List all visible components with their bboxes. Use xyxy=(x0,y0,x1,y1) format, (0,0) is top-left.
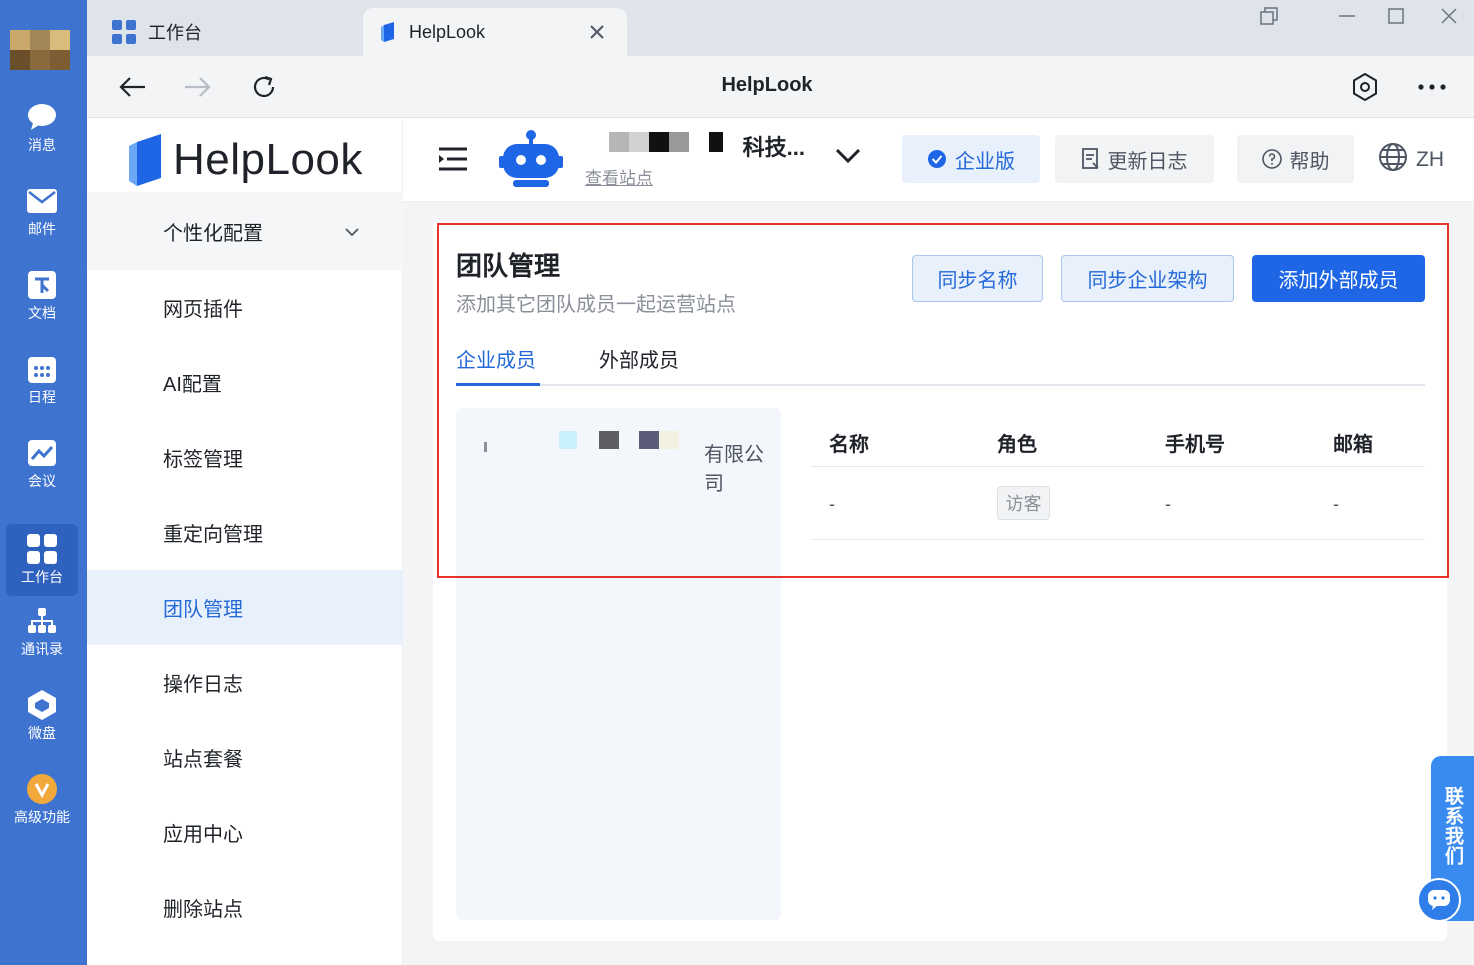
drive-icon xyxy=(27,689,57,720)
rail-label: 日程 xyxy=(28,388,56,405)
sidebar-item-delete-site[interactable]: 删除站点 xyxy=(87,870,403,945)
navigation-bar: HelpLook xyxy=(87,56,1474,118)
helplook-logo-icon xyxy=(129,134,161,186)
maximize-icon[interactable] xyxy=(1384,4,1408,28)
sidebar-item-label: 重定向管理 xyxy=(163,524,263,546)
premium-icon xyxy=(27,773,57,804)
sidebar-item-label: 标签管理 xyxy=(163,449,243,471)
chat-bubble-icon[interactable] xyxy=(1417,878,1461,922)
user-avatar[interactable] xyxy=(10,30,70,70)
sidebar-item-site-plan[interactable]: 站点套餐 xyxy=(87,720,403,795)
check-circle-icon xyxy=(927,149,947,169)
rail-item-mail[interactable]: 邮件 xyxy=(6,176,78,248)
workbench-tab-icon xyxy=(112,20,136,44)
document-icon xyxy=(27,270,57,300)
sidebar-item-redirect[interactable]: 重定向管理 xyxy=(87,495,403,570)
page-title: HelpLook xyxy=(721,74,813,96)
sidebar-item-personalization[interactable]: 个性化配置 xyxy=(87,192,403,270)
sidebar-item-label: 网页插件 xyxy=(163,299,243,321)
view-site-link[interactable]: 查看站点 xyxy=(585,164,653,189)
rail-item-contacts[interactable]: 通讯录 xyxy=(6,596,78,668)
contact-label: 联系我们 xyxy=(1442,786,1463,866)
changelog-icon xyxy=(1081,148,1100,170)
question-icon xyxy=(1261,149,1282,169)
app-rail: 消息 邮件 文档 日程 会议 工作台 通讯录 微盘 高级功能 xyxy=(0,0,87,965)
sidebar-item-label: 删除站点 xyxy=(163,899,243,921)
rail-item-workbench[interactable]: 工作台 xyxy=(6,524,78,596)
rail-label: 高级功能 xyxy=(14,808,70,825)
settings-icon[interactable] xyxy=(1348,70,1382,104)
chevron-down-icon[interactable] xyxy=(835,148,861,169)
chevron-down-icon xyxy=(345,220,359,243)
rail-label: 邮件 xyxy=(28,220,56,237)
rail-label: 工作台 xyxy=(21,568,63,585)
enterprise-edition-button[interactable]: 企业版 xyxy=(902,135,1040,183)
globe-icon xyxy=(1378,142,1408,178)
sidebar-item-label: 操作日志 xyxy=(163,674,243,696)
sidebar-item-operation-log[interactable]: 操作日志 xyxy=(87,645,403,720)
helplook-tab-icon xyxy=(381,22,397,42)
sidebar-item-app-center[interactable]: 应用中心 xyxy=(87,795,403,870)
minimize-icon[interactable] xyxy=(1335,4,1359,28)
rail-item-premium[interactable]: 高级功能 xyxy=(6,764,78,836)
more-icon[interactable] xyxy=(1415,70,1449,104)
highlight-box xyxy=(437,223,1449,578)
tab-helplook[interactable]: HelpLook xyxy=(363,8,627,56)
sidebar-item-ai-config[interactable]: AI配置 xyxy=(87,345,403,420)
main-header: 科技... 查看站点 企业版 更新日志 帮助 ZH xyxy=(403,118,1474,202)
sidebar-item-team[interactable]: 团队管理 xyxy=(87,570,403,645)
rail-item-document[interactable]: 文档 xyxy=(6,260,78,332)
sidebar-item-label: 团队管理 xyxy=(163,599,243,621)
language-switch[interactable]: ZH xyxy=(1378,142,1444,178)
sidebar-item-label: AI配置 xyxy=(163,374,222,396)
rail-label: 微盘 xyxy=(28,724,56,741)
rail-item-meeting[interactable]: 会议 xyxy=(6,428,78,500)
helplook-logo[interactable]: HelpLook xyxy=(87,118,403,202)
meeting-icon xyxy=(27,438,57,468)
browser-tabbar: 工作台 HelpLook xyxy=(87,0,1474,56)
redaction xyxy=(669,132,689,152)
sidebar-item-label: 个性化配置 xyxy=(163,222,263,245)
restore-pip-icon[interactable] xyxy=(1257,4,1281,28)
logo-text: HelpLook xyxy=(173,135,363,184)
window-close-icon[interactable] xyxy=(1437,4,1461,28)
redaction xyxy=(629,132,649,152)
rail-label: 消息 xyxy=(28,136,56,153)
sidebar-item-label: 站点套餐 xyxy=(163,749,243,771)
sidebar-item-web-plugin[interactable]: 网页插件 xyxy=(87,270,403,345)
tab-label: 工作台 xyxy=(148,23,202,43)
mail-icon xyxy=(27,186,57,216)
redaction xyxy=(709,132,723,152)
message-icon xyxy=(27,102,57,132)
page-content: HelpLook 个性化配置 网页插件 AI配置 标签管理 重定向管理 团队管理… xyxy=(87,118,1474,965)
site-robot-icon xyxy=(499,130,563,193)
sidebar-item-tags[interactable]: 标签管理 xyxy=(87,420,403,495)
rail-label: 会议 xyxy=(28,472,56,489)
rail-item-drive[interactable]: 微盘 xyxy=(6,680,78,752)
sidebar-item-label: 应用中心 xyxy=(163,824,243,846)
rail-item-message[interactable]: 消息 xyxy=(6,92,78,164)
changelog-button[interactable]: 更新日志 xyxy=(1055,135,1214,183)
calendar-icon xyxy=(27,354,57,384)
rail-label: 文档 xyxy=(28,304,56,321)
rail-item-calendar[interactable]: 日程 xyxy=(6,344,78,416)
redaction xyxy=(609,132,629,152)
site-name[interactable]: 科技... xyxy=(585,130,805,160)
sidebar: 个性化配置 网页插件 AI配置 标签管理 重定向管理 团队管理 操作日志 站点套… xyxy=(87,192,403,965)
redaction xyxy=(649,132,669,152)
workbench-icon xyxy=(27,533,57,564)
tab-workbench[interactable]: 工作台 xyxy=(112,8,362,56)
close-icon[interactable] xyxy=(585,20,609,44)
tab-label: HelpLook xyxy=(409,21,486,42)
contacts-icon xyxy=(27,606,57,636)
menu-collapse-icon[interactable] xyxy=(437,146,469,177)
rail-label: 通讯录 xyxy=(21,640,63,657)
help-button[interactable]: 帮助 xyxy=(1237,135,1354,183)
